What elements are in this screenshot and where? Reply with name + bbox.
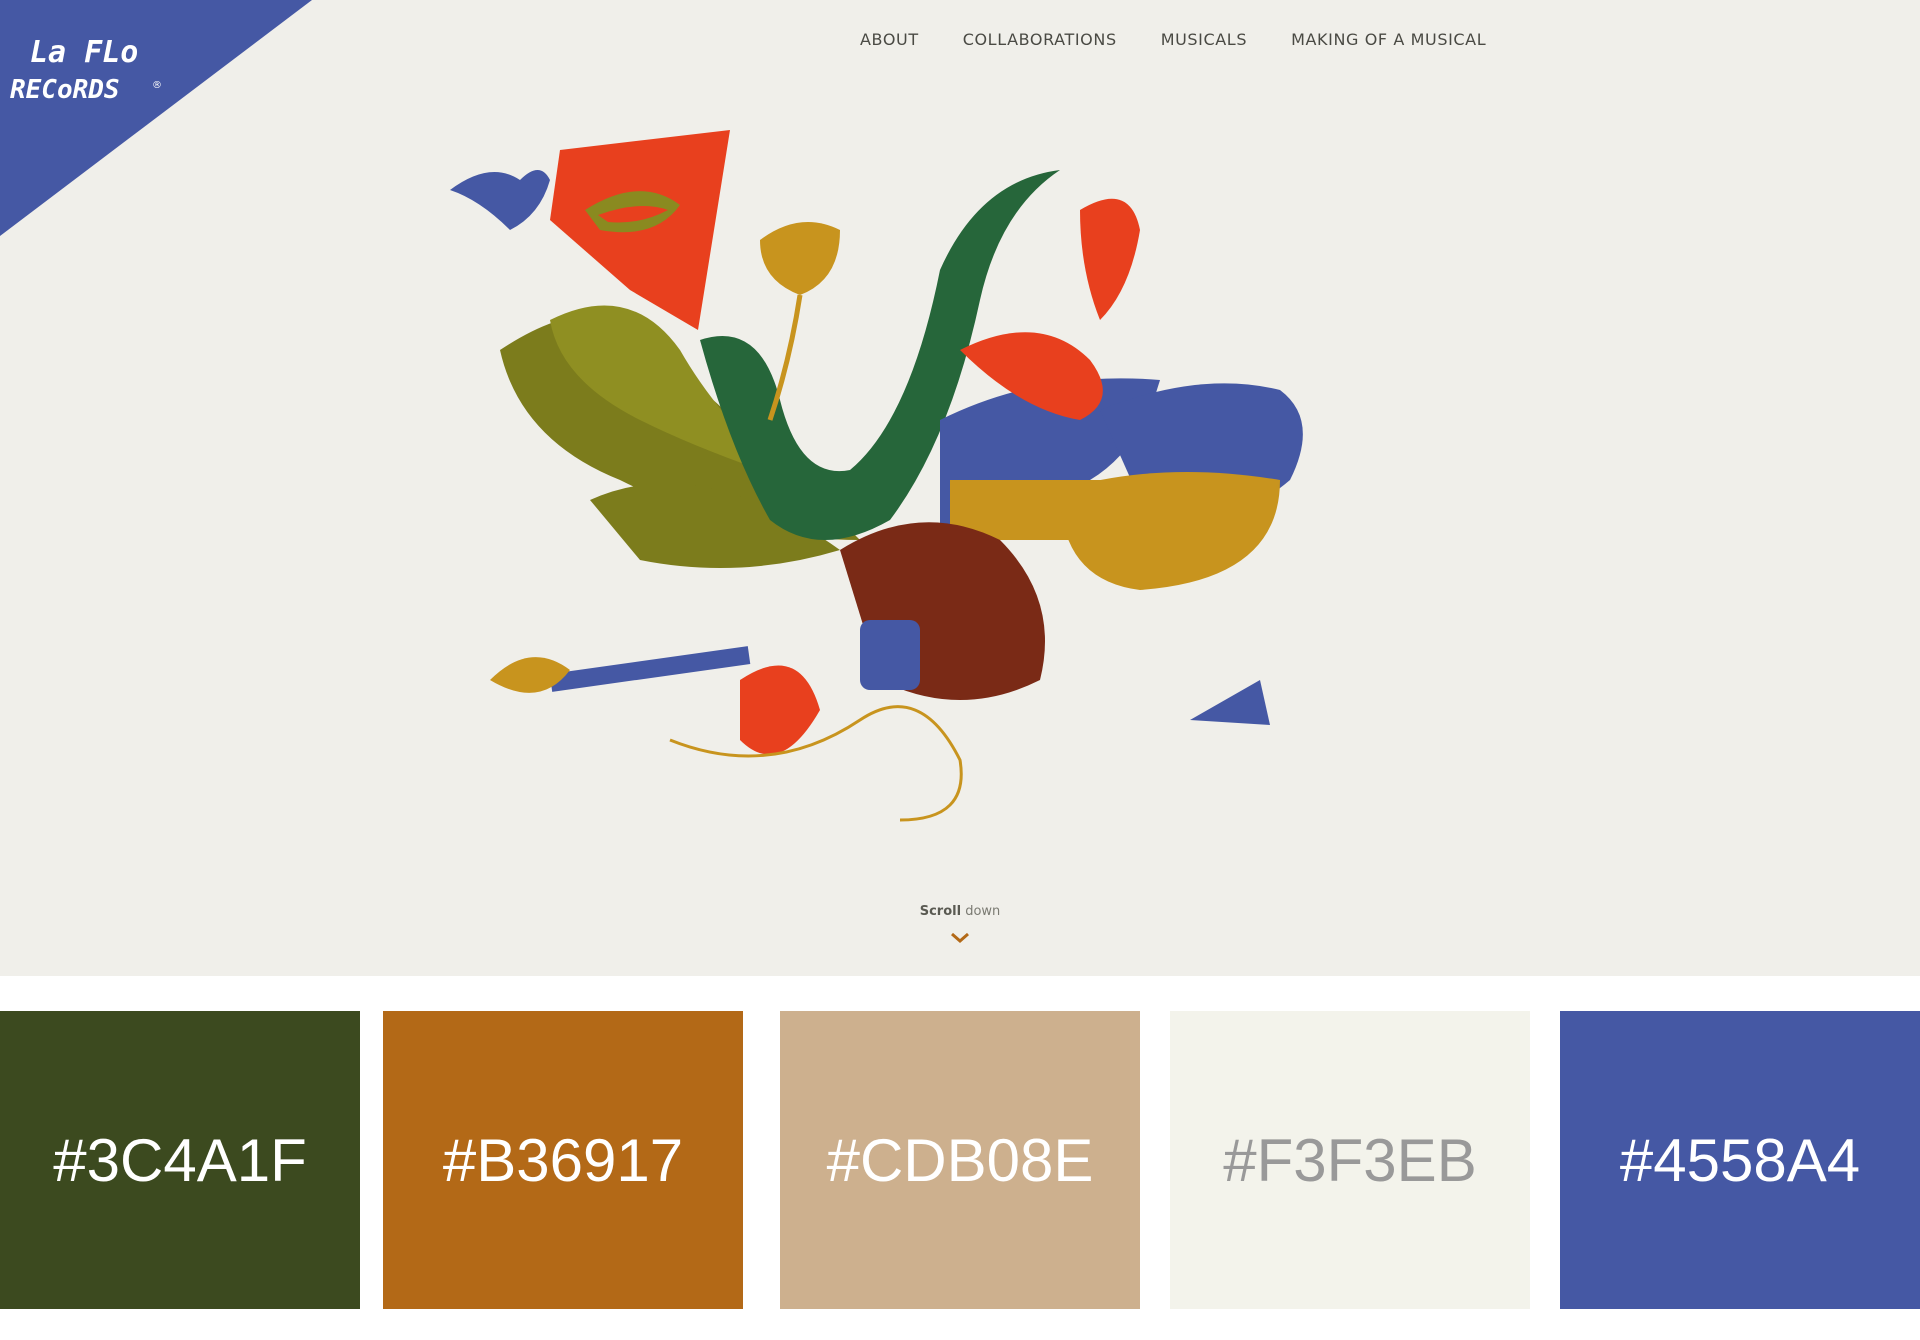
red-kite (740, 665, 820, 755)
cable-line (669, 705, 963, 822)
palette-swatch-5: #4558A4 (1560, 1011, 1920, 1309)
nav-musicals[interactable]: MUSICALS (1161, 30, 1247, 49)
blue-triangle (1190, 680, 1270, 725)
guitar (490, 646, 751, 693)
brown-fan (840, 522, 1045, 700)
scroll-down-hint[interactable]: Scroll down (0, 904, 1920, 919)
scroll-label-rest: down (965, 904, 1001, 919)
swatch-hex-label: #3C4A1F (53, 1126, 307, 1194)
scroll-label-bold: Scroll (919, 904, 962, 919)
nav-about[interactable]: ABOUT (860, 30, 919, 49)
nav-making-of-a-musical[interactable]: MAKING OF A MUSICAL (1291, 30, 1486, 49)
main-nav: ABOUT COLLABORATIONS MUSICALS MAKING OF … (860, 30, 1530, 49)
musical-instruments-illustration (450, 130, 1303, 822)
palette-swatch-2: #B36917 (383, 1011, 743, 1309)
la-flo-records-logo: La FLo RECoRDS ® (10, 35, 162, 105)
swatch-hex-label: #4558A4 (1619, 1126, 1861, 1194)
trademark-symbol: ® (152, 80, 162, 91)
palette-swatch-1: #3C4A1F (0, 1011, 360, 1309)
swatch-hex-label: #CDB08E (826, 1126, 1094, 1194)
logo-line-2: RECoRDS (10, 75, 120, 105)
palette-swatch-4: #F3F3EB (1170, 1011, 1530, 1309)
nav-collaborations[interactable]: COLLABORATIONS (963, 30, 1117, 49)
lips-bubble (550, 130, 730, 330)
swatch-hex-label: #F3F3EB (1223, 1126, 1477, 1194)
logo-line-1: La FLo (30, 35, 138, 70)
logo-link[interactable]: La FLo RECoRDS ® (8, 22, 168, 112)
blue-bird (450, 170, 550, 230)
palette-swatch-3: #CDB08E (780, 1011, 1140, 1309)
hero-section: La FLo RECoRDS ® ABOUT COLLABORATIONS MU… (0, 0, 1920, 976)
chevron-down-icon[interactable] (950, 932, 970, 944)
swatch-hex-label: #B36917 (442, 1126, 684, 1194)
